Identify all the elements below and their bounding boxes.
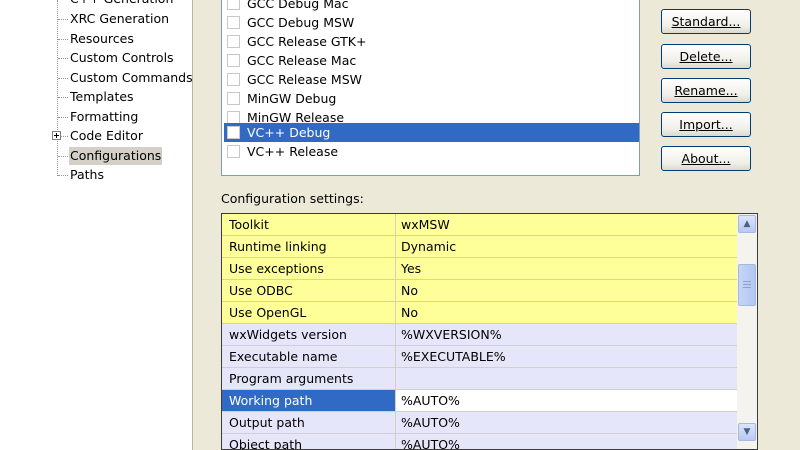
grid-value-input[interactable]: %AUTO%	[401, 390, 460, 411]
grid-property-value[interactable]: Dynamic	[401, 236, 456, 257]
configuration-label: VC++ Release	[247, 144, 339, 159]
configuration-row[interactable]: GCC Debug MSW	[224, 13, 639, 32]
configuration-checkbox[interactable]	[227, 35, 240, 48]
grid-property-name: Object path	[222, 434, 396, 449]
tree-item-xrc-generation[interactable]: XRC Generation	[57, 10, 170, 28]
grid-property-value[interactable]: Yes	[401, 258, 421, 279]
grid-property-name: Executable name	[222, 346, 396, 367]
scroll-down-arrow-icon[interactable]: ▼	[738, 423, 756, 441]
grid-row-wxwidgets-version[interactable]: wxWidgets version %WXVERSION%	[222, 324, 737, 346]
tree-connector-line	[57, 0, 58, 176]
tree-item-configurations[interactable]: Configurations	[57, 147, 163, 165]
grip-line	[743, 284, 751, 285]
configuration-row-selected[interactable]: VC++ Debug	[224, 123, 639, 142]
grid-property-name: Use OpenGL	[222, 302, 396, 323]
configuration-label: VC++ Debug	[247, 125, 331, 140]
configuration-row[interactable]: GCC Release MSW	[224, 70, 639, 89]
grid-property-value[interactable]: %EXECUTABLE%	[401, 346, 506, 367]
grid-property-name: Use ODBC	[222, 280, 396, 301]
configuration-checkbox[interactable]	[227, 126, 240, 139]
configuration-row[interactable]: GCC Release Mac	[224, 51, 639, 70]
configuration-checkbox[interactable]	[227, 0, 240, 10]
configuration-row[interactable]: VC++ Release	[224, 142, 639, 161]
rename-button[interactable]: Rename...	[661, 78, 751, 103]
configuration-settings-caption: Configuration settings:	[221, 191, 364, 206]
grid-row-object-path[interactable]: Object path %AUTO%	[222, 434, 737, 449]
tree-item-formatting[interactable]: Formatting	[57, 108, 139, 126]
grid-row-working-path[interactable]: Working path %AUTO%	[222, 390, 737, 412]
grid-row-executable-name[interactable]: Executable name %EXECUTABLE%	[222, 346, 737, 368]
grid-property-value[interactable]: %AUTO%	[401, 412, 460, 433]
scroll-thumb[interactable]	[738, 264, 756, 306]
standard-button[interactable]: Standard...	[661, 9, 751, 34]
grid-property-value[interactable]: No	[401, 280, 418, 301]
configuration-row[interactable]: GCC Debug Mac	[224, 0, 639, 13]
tree-item-paths[interactable]: Paths	[58, 166, 105, 184]
configuration-checkbox[interactable]	[227, 54, 240, 67]
grid-property-name: Runtime linking	[222, 236, 396, 257]
grip-line	[743, 281, 751, 282]
configuration-list[interactable]: GCC Debug Mac GCC Debug MSW GCC Release …	[221, 0, 640, 176]
grid-row-use-opengl[interactable]: Use OpenGL No	[222, 302, 737, 324]
configuration-label: GCC Debug MSW	[247, 15, 355, 30]
grid-row-toolkit[interactable]: Toolkit wxMSW	[222, 214, 737, 236]
tree-item-custom-controls[interactable]: Custom Controls	[58, 49, 175, 67]
configuration-checkbox[interactable]	[227, 16, 240, 29]
grid-vertical-scrollbar[interactable]: ▲ ▼	[737, 214, 757, 449]
scroll-up-arrow-icon[interactable]: ▲	[738, 215, 756, 233]
tree-item-resources[interactable]: Resources	[58, 30, 135, 48]
grip-line	[743, 287, 751, 288]
configuration-label: GCC Release GTK+	[247, 34, 367, 49]
grid-property-value[interactable]: No	[401, 302, 418, 323]
import-button[interactable]: Import...	[661, 112, 751, 137]
configuration-label: GCC Debug Mac	[247, 0, 349, 11]
grid-property-name: Working path	[222, 390, 396, 411]
delete-button[interactable]: Delete...	[661, 44, 751, 69]
settings-tree: C++ Generation XRC Generation Resources …	[0, 0, 193, 450]
configuration-settings-grid[interactable]: Toolkit wxMSW Runtime linking Dynamic Us…	[221, 213, 758, 450]
grid-property-value[interactable]: wxMSW	[401, 214, 450, 235]
grid-property-value[interactable]: %WXVERSION%	[401, 324, 502, 345]
configuration-checkbox[interactable]	[227, 73, 240, 86]
tree-item-templates[interactable]: Templates	[58, 88, 135, 106]
tree-item-cpp-generation[interactable]: C++ Generation	[69, 0, 174, 8]
expand-plus-icon[interactable]	[52, 131, 61, 140]
configuration-label: GCC Release MSW	[247, 72, 363, 87]
grid-property-name: Program arguments	[222, 368, 396, 389]
grid-row-output-path[interactable]: Output path %AUTO%	[222, 412, 737, 434]
tree-item-custom-commands[interactable]: Custom Commands	[58, 69, 194, 87]
grid-property-name: Use exceptions	[222, 258, 396, 279]
grid-property-name: Output path	[222, 412, 396, 433]
grid-row-use-odbc[interactable]: Use ODBC No	[222, 280, 737, 302]
grid-property-name: Toolkit	[222, 214, 396, 235]
grid-property-name: wxWidgets version	[222, 324, 396, 345]
configuration-checkbox[interactable]	[227, 92, 240, 105]
tree-item-code-editor[interactable]: Code Editor	[58, 127, 144, 145]
configuration-row[interactable]: MinGW Debug	[224, 89, 639, 108]
grid-property-value[interactable]: %AUTO%	[401, 434, 460, 449]
configuration-label: MinGW Debug	[247, 91, 337, 106]
grid-row-use-exceptions[interactable]: Use exceptions Yes	[222, 258, 737, 280]
configuration-row[interactable]: GCC Release GTK+	[224, 32, 639, 51]
grid-row-program-arguments[interactable]: Program arguments	[222, 368, 737, 390]
configuration-label: GCC Release Mac	[247, 53, 357, 68]
grid-row-runtime-linking[interactable]: Runtime linking Dynamic	[222, 236, 737, 258]
about-button[interactable]: About...	[661, 146, 751, 171]
configuration-checkbox[interactable]	[227, 145, 240, 158]
